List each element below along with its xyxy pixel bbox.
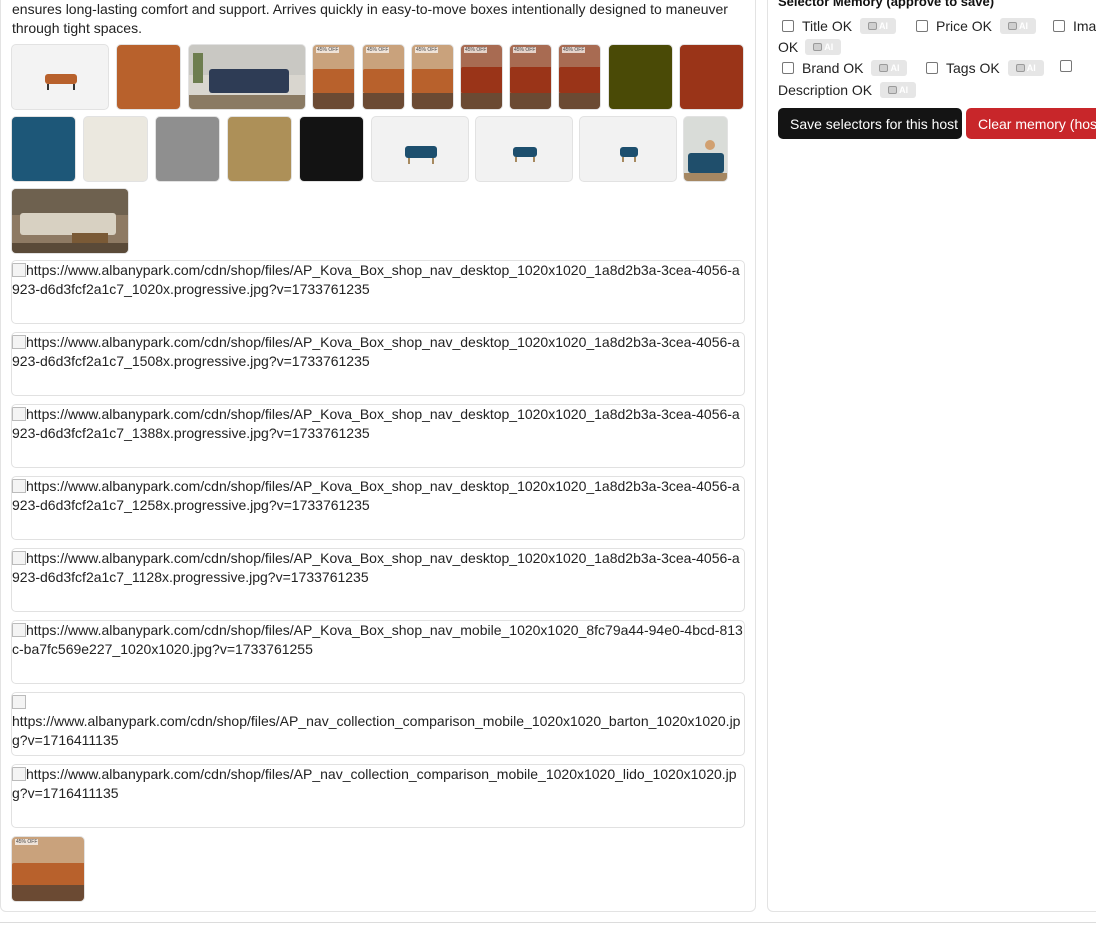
product-description: ensures long-lasting comfort and support… <box>12 1 728 36</box>
ai-badge[interactable]: AI <box>880 82 917 98</box>
sale-badge: 45% OFF <box>513 47 537 53</box>
robot-icon <box>868 22 878 30</box>
robot-icon <box>888 86 898 94</box>
thumb-ottoman-navy-small[interactable] <box>579 116 677 182</box>
brand-ok-label: Brand OK <box>802 60 864 76</box>
thumb-swatch-gold[interactable] <box>227 116 292 182</box>
image-url: https://www.albanypark.com/cdn/shop/file… <box>12 766 737 801</box>
tags-checkbox[interactable] <box>926 62 938 74</box>
tags-ok-label: Tags OK <box>946 60 1000 76</box>
bottom-divider <box>0 922 1096 923</box>
check-tags-row[interactable]: Tags OK AI <box>926 60 1044 76</box>
broken-image-icon <box>12 767 26 781</box>
check-description-row: Description OK AI <box>778 82 917 98</box>
broken-image-3[interactable]: https://www.albanypark.com/cdn/shop/file… <box>11 404 745 468</box>
ai-badge[interactable]: AI <box>1000 18 1037 34</box>
image-ok-label-b: OK <box>778 39 799 55</box>
title-checkbox[interactable] <box>782 20 794 32</box>
sale-badge: 45% OFF <box>316 47 340 53</box>
check-image-row[interactable]: Ima <box>1053 18 1096 34</box>
image-url: https://www.albanypark.com/cdn/shop/file… <box>12 406 740 441</box>
price-ok-label: Price OK <box>936 18 993 34</box>
title-ok-label: Title OK <box>802 18 853 34</box>
check-image-row-wrap: OK AI <box>778 39 842 55</box>
broken-image-4[interactable]: https://www.albanypark.com/cdn/shop/file… <box>11 476 745 540</box>
ai-badge[interactable]: AI <box>805 39 842 55</box>
thumb-sale-1[interactable]: 45% OFF <box>312 44 355 110</box>
broken-image-icon <box>12 479 26 493</box>
thumb-living-room[interactable] <box>188 44 306 110</box>
sale-badge: 45% OFF <box>464 47 488 53</box>
robot-icon <box>1008 22 1018 30</box>
description-checkbox[interactable] <box>1060 60 1072 72</box>
image-url: https://www.albanypark.com/cdn/shop/file… <box>12 334 740 369</box>
selector-memory-title: Selector Memory (approve to save) <box>778 0 995 9</box>
thumb-sectional-room[interactable] <box>11 188 129 254</box>
save-selectors-button[interactable]: Save selectors for this host <box>778 108 962 139</box>
thumb-swatch-rust[interactable] <box>679 44 744 110</box>
broken-image-8[interactable]: https://www.albanypark.com/cdn/shop/file… <box>11 764 745 828</box>
broken-image-6[interactable]: https://www.albanypark.com/cdn/shop/file… <box>11 620 745 684</box>
thumb-swatch-black[interactable] <box>299 116 364 182</box>
broken-image-1[interactable]: https://www.albanypark.com/cdn/shop/file… <box>11 260 745 324</box>
broken-image-icon <box>12 695 26 709</box>
thumb-swatch-olive[interactable] <box>608 44 673 110</box>
thumb-sale-2[interactable]: 45% OFF <box>362 44 405 110</box>
thumb-sale-5[interactable]: 45% OFF <box>509 44 552 110</box>
thumb-ottoman-navy-large[interactable] <box>371 116 469 182</box>
ai-badge[interactable]: AI <box>871 60 908 76</box>
robot-icon <box>813 43 823 51</box>
thumb-sale-6[interactable]: 45% OFF <box>558 44 601 110</box>
thumb-sale-bottom[interactable]: 45% OFF <box>11 836 85 902</box>
thumb-sale-4[interactable]: 45% OFF <box>460 44 503 110</box>
broken-image-icon <box>12 335 26 349</box>
broken-image-7[interactable]: https://www.albanypark.com/cdn/shop/file… <box>11 692 745 756</box>
description-ok-label: Description OK <box>778 82 873 98</box>
check-description-checkbox-row[interactable] <box>1060 60 1080 72</box>
image-url: https://www.albanypark.com/cdn/shop/file… <box>12 713 741 748</box>
brand-checkbox[interactable] <box>782 62 794 74</box>
broken-image-2[interactable]: https://www.albanypark.com/cdn/shop/file… <box>11 332 745 396</box>
ai-badge[interactable]: AI <box>1007 60 1044 76</box>
thumb-swatch-boucle[interactable] <box>83 116 148 182</box>
thumb-sale-3[interactable]: 45% OFF <box>411 44 454 110</box>
thumb-swatch-grey[interactable] <box>155 116 220 182</box>
thumb-ottoman-white[interactable] <box>11 44 109 110</box>
broken-image-icon <box>12 623 26 637</box>
image-url: https://www.albanypark.com/cdn/shop/file… <box>12 478 740 513</box>
image-url: https://www.albanypark.com/cdn/shop/file… <box>12 550 740 585</box>
image-checkbox[interactable] <box>1053 20 1065 32</box>
check-price-row[interactable]: Price OK AI <box>916 18 1037 34</box>
ai-badge[interactable]: AI <box>860 18 897 34</box>
thumb-ottoman-navy-medium[interactable] <box>475 116 573 182</box>
thumb-person-on-sofa[interactable] <box>683 116 728 182</box>
check-title-row[interactable]: Title OK AI <box>782 18 897 34</box>
sale-badge: 45% OFF <box>366 47 390 53</box>
sale-badge: 45% OFF <box>15 839 39 845</box>
robot-icon <box>1015 64 1025 72</box>
price-checkbox[interactable] <box>916 20 928 32</box>
image-url: https://www.albanypark.com/cdn/shop/file… <box>12 622 743 657</box>
clear-memory-button[interactable]: Clear memory (host) <box>966 108 1096 139</box>
thumb-swatch-navy[interactable] <box>11 116 76 182</box>
sale-badge: 45% OFF <box>562 47 586 53</box>
sale-badge: 45% OFF <box>415 47 439 53</box>
check-brand-row[interactable]: Brand OK AI <box>782 60 908 76</box>
image-ok-label-a: Ima <box>1073 18 1096 34</box>
broken-image-icon <box>12 551 26 565</box>
broken-image-5[interactable]: https://www.albanypark.com/cdn/shop/file… <box>11 548 745 612</box>
robot-icon <box>879 64 889 72</box>
thumb-cognac-leather[interactable] <box>116 44 181 110</box>
image-url: https://www.albanypark.com/cdn/shop/file… <box>12 262 740 297</box>
broken-image-icon <box>12 407 26 421</box>
broken-image-icon <box>12 263 26 277</box>
